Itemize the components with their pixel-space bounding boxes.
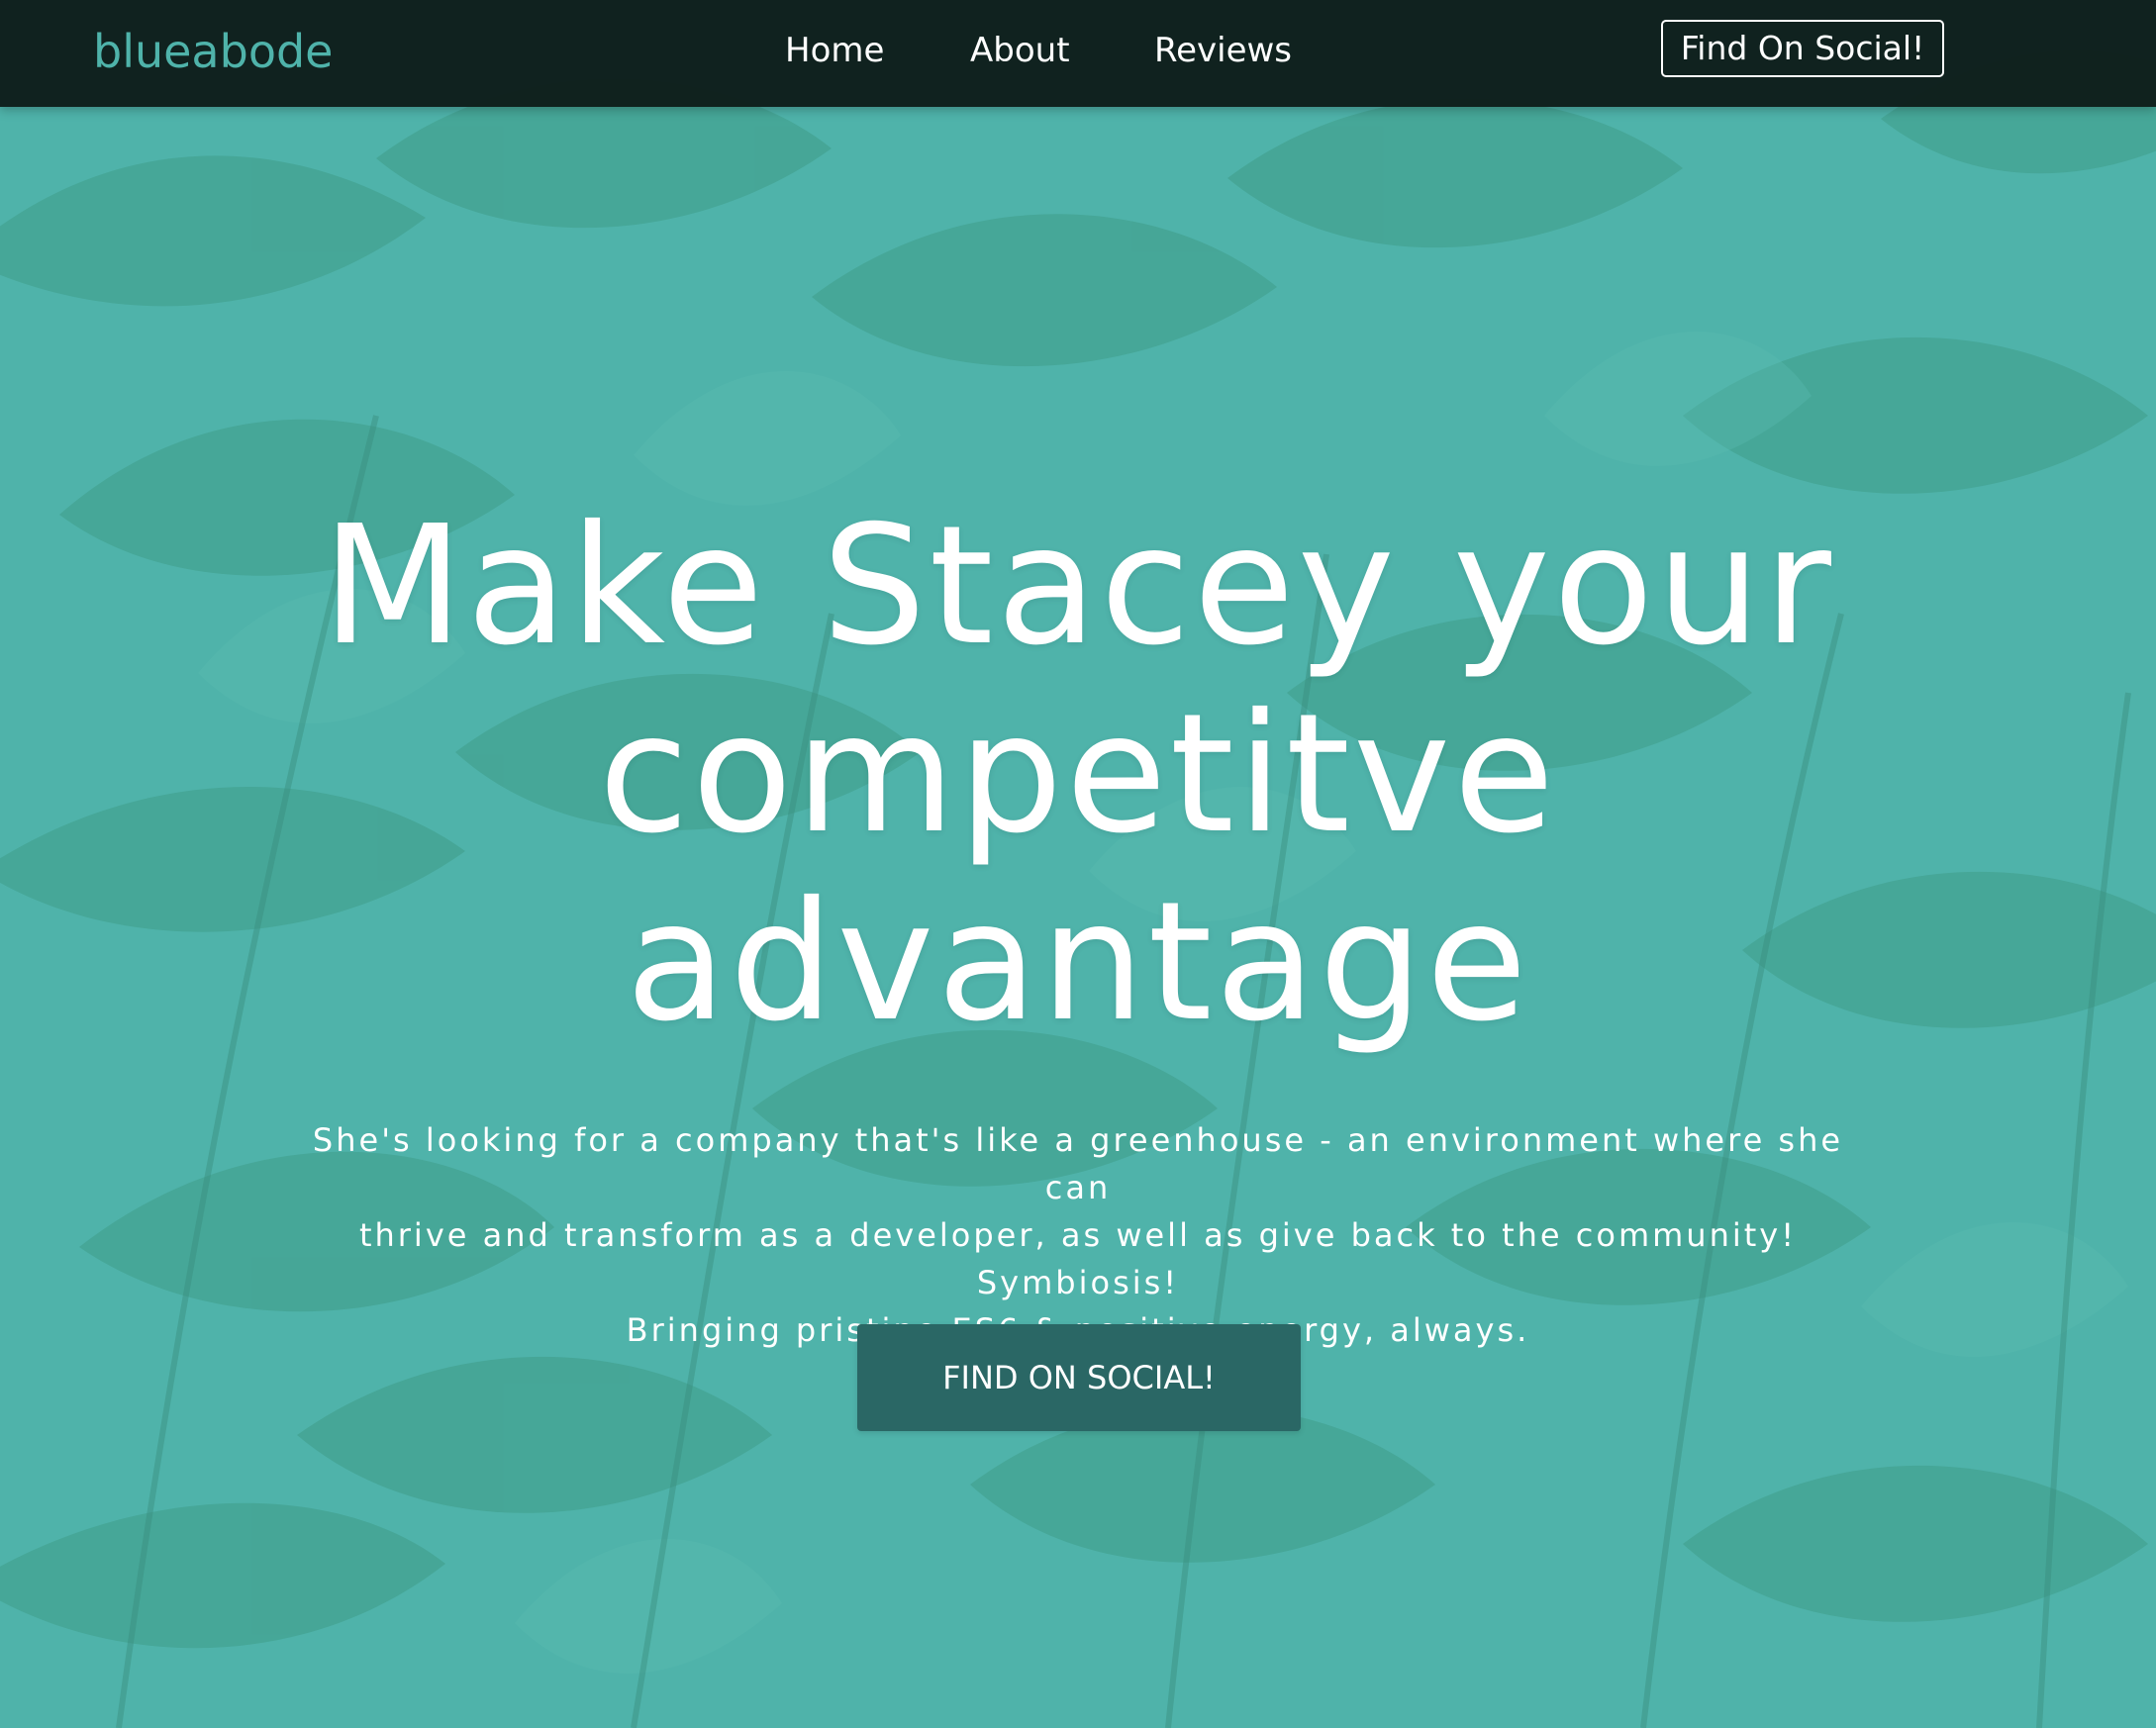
top-navbar: blueabode Home About Reviews Find On Soc… <box>0 0 2156 107</box>
hero-subtitle-line: thrive and transform as a developer, as … <box>358 1216 1798 1301</box>
hero-title-line: advantage <box>626 867 1530 1058</box>
find-on-social-nav-button[interactable]: Find On Social! <box>1661 20 1944 77</box>
hero-title-line: Make Stacey your <box>322 491 1834 682</box>
hero-title-line: competitve <box>598 679 1558 870</box>
nav-link-home[interactable]: Home <box>785 30 884 71</box>
find-on-social-hero-button[interactable]: FIND ON SOCIAL! <box>857 1324 1301 1431</box>
hero-subtitle: She's looking for a company that's like … <box>286 1116 1870 1354</box>
hero-subtitle-line: She's looking for a company that's like … <box>312 1121 1844 1206</box>
nav-link-about[interactable]: About <box>970 30 1070 71</box>
brand-logo[interactable]: blueabode <box>93 24 333 79</box>
nav-link-reviews[interactable]: Reviews <box>1154 30 1292 71</box>
hero-title: Make Stacey your competitve advantage <box>286 493 1870 1057</box>
